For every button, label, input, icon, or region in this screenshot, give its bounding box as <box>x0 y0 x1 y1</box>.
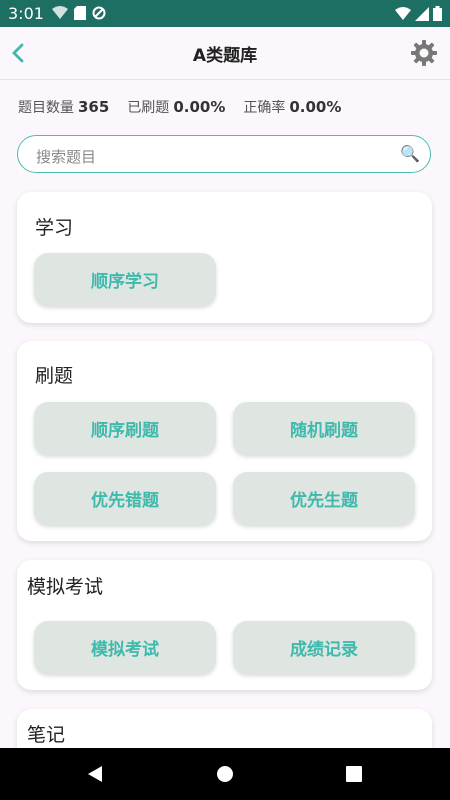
system-nav-bar <box>0 748 450 800</box>
search-icon[interactable]: 🔍 <box>400 144 420 163</box>
wifi-icon <box>395 6 411 20</box>
mock-exam-button[interactable]: 模拟考试 <box>34 621 216 674</box>
signal-icon <box>415 6 429 21</box>
sequential-practice-button[interactable]: 顺序刷题 <box>34 402 216 455</box>
wifi-question-icon <box>52 6 68 19</box>
study-card: 学习 顺序学习 <box>17 192 432 323</box>
section-title-exam: 模拟考试 <box>27 576 104 598</box>
new-first-button[interactable]: 优先生题 <box>233 472 415 525</box>
accuracy-rate: 正确率 0.00% <box>243 98 342 116</box>
exam-card: 模拟考试 模拟考试 成绩记录 <box>17 560 432 690</box>
question-count: 题目数量 365 <box>18 98 110 116</box>
score-record-button[interactable]: 成绩记录 <box>233 621 415 674</box>
nav-recents-icon[interactable] <box>346 766 362 782</box>
page-title: A类题库 <box>192 46 258 66</box>
app-bar: A类题库 <box>0 27 450 80</box>
practice-card: 刷题 顺序刷题 随机刷题 优先错题 优先生题 <box>17 341 432 541</box>
stats-row: 题目数量 365 已刷题 0.00% 正确率 0.00% <box>18 97 341 117</box>
section-title-study: 学习 <box>35 217 74 239</box>
nav-back-icon[interactable] <box>86 765 104 783</box>
section-title-practice: 刷题 <box>35 365 74 387</box>
status-bar: 3:01 <box>0 0 450 27</box>
gear-icon[interactable] <box>410 39 438 67</box>
sync-icon <box>92 6 106 20</box>
sequential-study-button[interactable]: 顺序学习 <box>34 253 216 306</box>
battery-icon <box>433 6 442 21</box>
search-placeholder: 搜索题目 <box>36 148 97 166</box>
practice-progress: 已刷题 0.00% <box>127 98 226 116</box>
sd-card-icon <box>74 6 86 20</box>
section-title-notes: 笔记 <box>27 724 66 746</box>
random-practice-button[interactable]: 随机刷题 <box>233 402 415 455</box>
status-time: 3:01 <box>8 4 44 23</box>
search-input[interactable]: 搜索题目 🔍 <box>17 135 431 173</box>
wrong-first-button[interactable]: 优先错题 <box>34 472 216 525</box>
nav-home-icon[interactable] <box>216 765 234 783</box>
